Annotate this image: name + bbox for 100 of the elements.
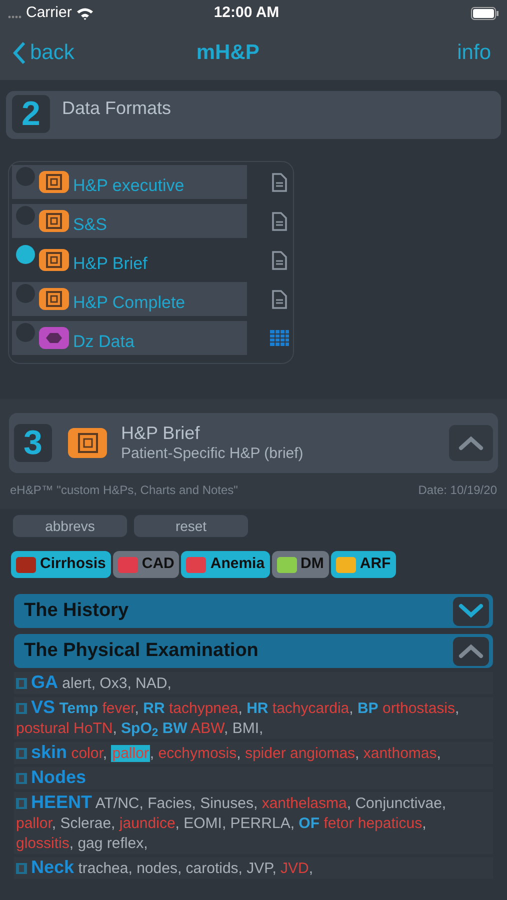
finding-text[interactable]: pallor [111,745,150,762]
exam-text: , EOMI, PERRLA, [175,815,294,832]
exam-text: , BMI, [224,720,264,737]
condition-tag[interactable]: Anemia [181,551,270,578]
document-icon[interactable] [272,172,287,192]
battery-icon [471,6,499,20]
chevron-up-icon [458,643,484,659]
exam-text: , Sclerae, [52,815,116,832]
expand-box-icon[interactable] [16,798,27,809]
chevron-up-icon [458,435,484,451]
finding-text[interactable]: color [71,745,103,762]
exam-term[interactable]: GA [31,672,58,692]
finding-text[interactable]: xanthelasma [262,795,347,812]
format-icon [39,288,69,310]
condition-tag[interactable]: Cirrhosis [11,551,111,578]
exam-text: , [422,815,426,832]
exam-term[interactable]: Nodes [31,767,86,787]
collapse-button[interactable] [449,425,493,461]
expand-box-icon[interactable] [16,863,27,874]
format-icon [39,210,69,232]
exam-text: , [236,745,241,762]
section-title: H&P Brief [121,422,201,445]
exam-subterm[interactable]: OF [298,815,320,832]
finding-text[interactable]: fetor hepaticus [324,815,422,832]
expand-box-icon[interactable] [16,748,27,759]
exam-text: , [349,700,354,717]
status-time: 12:00 AM [214,2,280,23]
exam-subterm[interactable]: BP [357,700,378,717]
section-number: 3 [14,424,52,462]
finding-text[interactable]: orthostasis [382,700,456,717]
format-option[interactable]: H&P Brief [12,243,247,277]
document-icon[interactable] [272,250,287,270]
finding-text[interactable]: spider angiomas [244,745,356,762]
exam-text: , [238,700,242,717]
exam-text: , [150,745,154,762]
accordion-header[interactable]: The Physical Examination [14,634,493,668]
document-icon[interactable] [272,290,287,308]
exam-text: , [355,745,360,762]
format-badge-icon [68,428,107,458]
exam-text: AT/NC, Facies, Sinuses, [95,795,258,812]
exam-text: alert, Ox3, NAD, [62,675,172,692]
finding-text[interactable]: fever [102,700,135,717]
finding-text[interactable]: ABW [190,720,224,737]
condition-tag[interactable]: DM [272,551,329,578]
format-label: H&P Complete [73,292,186,314]
exam-term[interactable]: Neck [31,857,74,877]
finding-text[interactable]: postural HoTN [16,720,113,737]
action-button[interactable]: abbrevs [13,515,127,537]
info-button[interactable]: info [457,37,491,69]
chevron-down-icon [458,603,484,619]
exam-text: , [102,745,108,762]
exam-text: , [436,745,441,762]
expand-box-icon[interactable] [16,773,27,784]
format-label: H&P Brief [73,252,148,274]
exam-text: , [455,700,460,717]
finding-text[interactable]: jaundice [119,815,176,832]
exam-subterm[interactable]: Temp [59,700,98,717]
carrier-label: Carrier [26,2,72,23]
condition-tag[interactable]: CAD [112,551,180,578]
signal-icon [8,15,22,19]
exam-subterm[interactable]: SpO$_{2}$ [121,720,158,737]
exam-subterm[interactable]: HR [246,700,268,717]
format-icon [39,249,69,271]
format-icon [39,327,69,349]
expand-box-icon[interactable] [16,703,27,714]
format-option[interactable]: H&P executive [12,165,247,199]
exam-text: , [134,700,139,717]
exam-term[interactable]: HEENT [31,792,92,812]
app-tagline: eH&P™ "custom H&Ps, Charts and Notes" [10,482,238,499]
document-icon[interactable] [272,212,287,230]
finding-text[interactable]: xanthomas [363,745,437,762]
format-option[interactable]: S&S [12,204,247,238]
table-icon[interactable] [270,330,289,346]
finding-text[interactable]: glossitis [16,835,70,852]
back-chevron-icon [12,41,26,65]
finding-text[interactable]: ecchymosis [158,745,237,762]
date-label: Date: 10/19/20 [418,482,497,499]
finding-text[interactable]: tachypnea [168,700,238,717]
expand-box-icon[interactable] [16,678,27,689]
finding-text[interactable]: tachycardia [272,700,350,717]
exam-text: trachea, nodes, carotids, JVP, [78,860,276,877]
section-number: 2 [12,95,50,133]
format-option[interactable]: Dz Data [12,321,247,355]
exam-text: , [308,860,314,877]
format-icon [39,171,69,193]
action-button[interactable]: reset [134,515,248,537]
accordion-header[interactable]: The History [14,594,493,628]
exam-text: , [112,720,117,737]
format-option[interactable]: H&P Complete [12,282,247,316]
exam-term[interactable]: VS [31,697,56,717]
format-label: H&P executive [73,174,184,196]
exam-text: , gag reflex, [69,835,148,852]
condition-tag[interactable]: ARF [330,551,396,578]
exam-subterm[interactable]: BW [162,720,188,737]
exam-subterm[interactable]: RR [143,700,165,717]
format-label: Dz Data [73,330,134,352]
finding-text[interactable]: pallor [16,815,52,832]
finding-text[interactable]: JVD [280,860,309,877]
back-button[interactable]: back [12,37,74,69]
exam-term[interactable]: skin [31,742,68,762]
